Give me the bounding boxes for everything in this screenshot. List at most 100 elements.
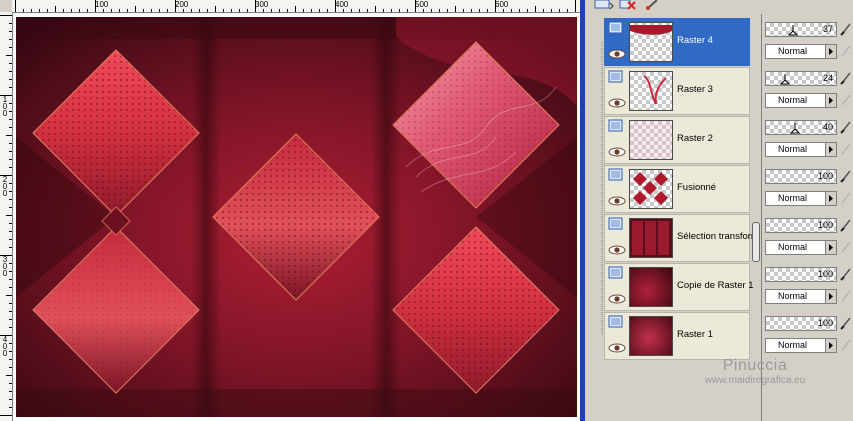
opacity-value: 100 xyxy=(817,220,833,230)
lock-icon[interactable] xyxy=(840,44,852,58)
blend-mode-value: Normal xyxy=(778,291,808,301)
dropdown-arrow-icon[interactable] xyxy=(825,339,836,352)
layer-thumbnail xyxy=(629,218,673,258)
visibility-eye-icon[interactable] xyxy=(608,48,626,60)
layer-type-icon xyxy=(608,217,623,230)
watermark: Pinuccia www.maidiregrafica.eu xyxy=(675,357,835,386)
layer-row-selection-transformee[interactable]: Sélection transformée xyxy=(604,214,759,262)
layer-type-icon xyxy=(608,21,623,34)
lock-icon[interactable] xyxy=(840,191,852,205)
opacity-slider[interactable]: 40 xyxy=(765,120,837,135)
layer-row-raster-1[interactable]: Raster 1 xyxy=(604,312,750,360)
edit-brush-icon[interactable] xyxy=(840,22,852,36)
visibility-eye-icon[interactable] xyxy=(608,146,626,158)
horizontal-ruler: 100 200 300 400 500 600 xyxy=(12,0,580,13)
layer-props-raster-1: 100 Normal xyxy=(762,312,853,360)
layer-thumbnail xyxy=(629,71,673,111)
opacity-value: 100 xyxy=(817,171,833,181)
layer-thumbnail xyxy=(629,316,673,356)
dropdown-arrow-icon[interactable] xyxy=(825,143,836,156)
opacity-value: 37 xyxy=(822,24,833,34)
layer-row-raster-3[interactable]: Raster 3 xyxy=(604,67,750,115)
ruler-label-200: 200 xyxy=(175,0,189,9)
watermark-url: www.maidiregrafica.eu xyxy=(704,375,806,386)
visibility-eye-icon[interactable] xyxy=(608,293,626,305)
opacity-slider[interactable]: 100 xyxy=(765,218,837,233)
dropdown-arrow-icon[interactable] xyxy=(825,192,836,205)
lock-icon[interactable] xyxy=(840,240,852,254)
layer-name: Raster 4 xyxy=(677,35,713,46)
slider-thumb-icon xyxy=(788,25,798,36)
blend-mode-select[interactable]: Normal xyxy=(765,44,837,59)
lock-icon[interactable] xyxy=(840,338,852,352)
artwork-image[interactable] xyxy=(16,17,577,417)
visibility-eye-icon[interactable] xyxy=(608,97,626,109)
layer-row-raster-2[interactable]: Raster 2 xyxy=(604,116,750,164)
layer-name: Copie de Raster 1 xyxy=(677,280,754,291)
edit-brush-icon[interactable] xyxy=(840,316,852,330)
ruler-label-600: 600 xyxy=(495,0,509,9)
lock-icon[interactable] xyxy=(840,142,852,156)
image-canvas-area[interactable]: 100 200 300 400 500 600 100 200 300 400 xyxy=(0,0,580,421)
layer-name: Fusionné xyxy=(677,182,717,193)
opacity-value: 40 xyxy=(822,122,833,132)
edit-brush-icon[interactable] xyxy=(840,218,852,232)
blend-mode-select[interactable]: Normal xyxy=(765,191,837,206)
layer-type-icon xyxy=(608,266,623,279)
new-layer-icon[interactable] xyxy=(593,0,615,10)
delete-layer-icon[interactable] xyxy=(619,0,637,10)
edit-brush-icon[interactable] xyxy=(840,120,852,134)
opacity-slider[interactable]: 100 xyxy=(765,267,837,282)
ruler-corner xyxy=(0,0,12,12)
blend-mode-select[interactable]: Normal xyxy=(765,240,837,255)
blend-mode-select[interactable]: Normal xyxy=(765,93,837,108)
ruler-label-300: 300 xyxy=(255,0,269,9)
edit-brush-icon[interactable] xyxy=(840,267,852,281)
vertical-ruler: 100 200 300 400 xyxy=(0,12,13,421)
dropdown-arrow-icon[interactable] xyxy=(825,45,836,58)
blend-mode-value: Normal xyxy=(778,193,808,203)
palette-resize-grip[interactable] xyxy=(752,222,760,262)
layer-props-selection-transformee: 100 Normal xyxy=(762,214,853,262)
layer-type-icon xyxy=(608,119,623,132)
blend-mode-value: Normal xyxy=(778,46,808,56)
visibility-eye-icon[interactable] xyxy=(608,244,626,256)
lock-icon[interactable] xyxy=(840,289,852,303)
opacity-slider[interactable]: 100 xyxy=(765,169,837,184)
layer-row-fusionne[interactable]: Fusionné xyxy=(604,165,750,213)
layer-name: Raster 2 xyxy=(677,133,713,144)
dropdown-arrow-icon[interactable] xyxy=(825,290,836,303)
edit-brush-icon[interactable] xyxy=(840,169,852,183)
dropdown-arrow-icon[interactable] xyxy=(825,94,836,107)
opacity-value: 100 xyxy=(817,269,833,279)
watermark-name: Pinuccia xyxy=(722,357,788,374)
layer-type-icon xyxy=(608,168,623,181)
layer-thumbnail xyxy=(629,267,673,307)
lock-icon[interactable] xyxy=(840,93,852,107)
opacity-value: 24 xyxy=(822,73,833,83)
opacity-slider[interactable]: 37 xyxy=(765,22,837,37)
ruler-vlabel-400: 400 xyxy=(2,335,8,358)
opacity-slider[interactable]: 24 xyxy=(765,71,837,86)
properties-icon[interactable] xyxy=(645,0,661,10)
visibility-eye-icon[interactable] xyxy=(608,342,626,354)
ruler-vlabel-200: 200 xyxy=(2,175,8,198)
layer-name: Raster 3 xyxy=(677,84,713,95)
blend-mode-select[interactable]: Normal xyxy=(765,338,837,353)
edit-brush-icon[interactable] xyxy=(840,71,852,85)
blend-mode-select[interactable]: Normal xyxy=(765,142,837,157)
layer-thumbnail xyxy=(629,22,673,62)
layer-props-raster-2: 40 Normal xyxy=(762,116,853,164)
layer-name: Sélection transformée xyxy=(677,231,759,242)
slider-thumb-icon xyxy=(790,123,800,134)
ruler-vlabel-300: 300 xyxy=(2,255,8,278)
visibility-eye-icon[interactable] xyxy=(608,195,626,207)
layer-row-copie-de-raster-1[interactable]: Copie de Raster 1 xyxy=(604,263,754,311)
layer-props-raster-3: 24 Normal xyxy=(762,67,853,115)
layer-row-raster-4[interactable]: Raster 4 xyxy=(604,18,750,66)
layer-type-icon xyxy=(608,70,623,83)
opacity-slider[interactable]: 100 xyxy=(765,316,837,331)
dropdown-arrow-icon[interactable] xyxy=(825,241,836,254)
layer-type-icon xyxy=(608,315,623,328)
blend-mode-select[interactable]: Normal xyxy=(765,289,837,304)
